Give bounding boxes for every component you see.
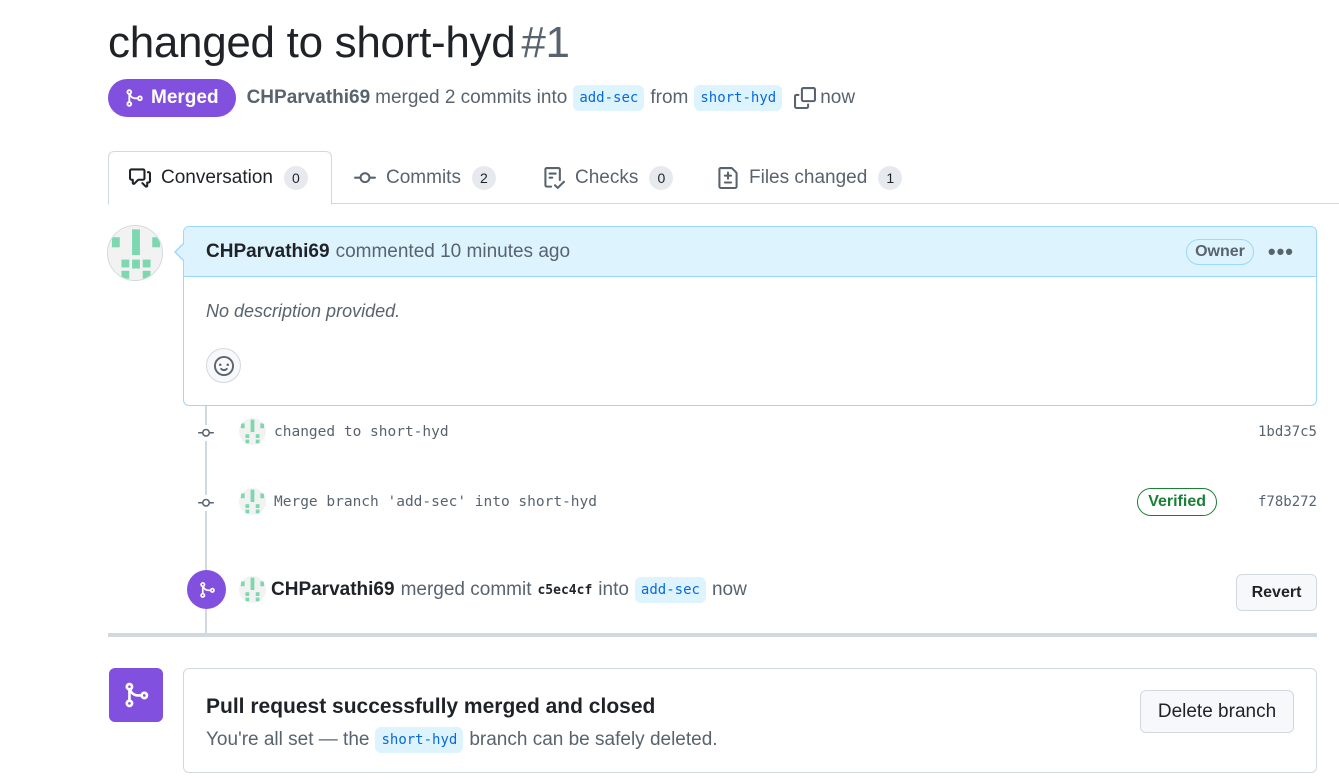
comment-body: No description provided. (206, 301, 401, 321)
merged-status-box: Pull request successfully merged and clo… (183, 668, 1317, 773)
state-badge: Merged (108, 79, 236, 117)
pr-meta: Merged CHParvathi69 merged 2 commits int… (108, 79, 855, 117)
merge-commit-sha-link[interactable]: c5ec4cf (537, 583, 592, 598)
tab-commits[interactable]: Commits 2 (354, 151, 496, 204)
merged-subtitle: You're all set — the short-hyd branch ca… (206, 727, 718, 753)
tab-label: Checks (575, 166, 639, 188)
tab-counter: 2 (471, 165, 496, 190)
identicon (240, 419, 265, 444)
merged-sub-before: You're all set — the (206, 729, 370, 750)
merge-action: merged commit (400, 579, 532, 600)
comment-header: CHParvathi69 commented 10 minutes ago Ow… (184, 227, 1316, 277)
comment-arrow-inner (176, 244, 184, 260)
pr-description-comment: CHParvathi69 commented 10 minutes ago Ow… (183, 226, 1317, 406)
merged-title: Pull request successfully merged and clo… (206, 695, 656, 718)
tab-counter: 0 (649, 165, 674, 190)
merge-event-text: CHParvathi69 merged commit c5ec4cf into … (271, 577, 747, 603)
merge-event: CHParvathi69 merged commit c5ec4cf into … (187, 570, 1317, 611)
tab-checks[interactable]: Checks 0 (543, 151, 674, 204)
avatar[interactable] (239, 488, 266, 515)
commit-sha-link[interactable]: 1bd37c5 (1258, 424, 1317, 440)
git-merge-icon (126, 89, 143, 107)
tab-counter: 0 (283, 166, 308, 190)
pr-author-link[interactable]: CHParvathi69 (247, 87, 371, 109)
comment-discussion-icon (129, 168, 151, 188)
revert-button[interactable]: Revert (1236, 574, 1317, 611)
commit-message-link[interactable]: changed to short-hyd (274, 424, 449, 440)
pr-title-text: changed to short-hyd (108, 18, 516, 67)
from-word: from (650, 87, 689, 108)
merge-summary: merged 2 commits into (375, 87, 568, 108)
delete-branch-button[interactable]: Delete branch (1140, 690, 1294, 733)
identicon (240, 577, 265, 602)
avatar[interactable] (239, 576, 266, 603)
timeline-divider (108, 633, 1317, 637)
commit-message-link[interactable]: Merge branch 'add-sec' into short-hyd (274, 494, 597, 510)
tab-conversation[interactable]: Conversation 0 (108, 151, 332, 205)
head-branch-link[interactable]: short-hyd (694, 85, 783, 111)
pr-tabs: Conversation 0 Commits 2 Checks 0 Files … (108, 151, 1339, 205)
tab-label: Files changed (749, 166, 868, 188)
comment-author-link[interactable]: CHParvathi69 (206, 241, 330, 263)
git-commit-icon (194, 425, 218, 441)
verified-badge[interactable]: Verified (1137, 488, 1217, 516)
git-merge-icon (125, 682, 149, 708)
merged-sub-after: branch can be safely deleted. (469, 729, 718, 750)
identicon (240, 489, 265, 514)
comment-action: commented 10 minutes ago (335, 240, 571, 262)
avatar[interactable] (239, 418, 266, 445)
pr-time: now (820, 87, 856, 108)
base-branch-link[interactable]: add-sec (573, 85, 645, 111)
smiley-icon (213, 355, 234, 376)
git-commit-icon (194, 495, 218, 511)
identicon (108, 226, 162, 280)
merge-base-branch-link[interactable]: add-sec (634, 577, 706, 603)
add-reaction-button[interactable] (206, 348, 241, 383)
merge-author-link[interactable]: CHParvathi69 (271, 579, 395, 601)
tab-label: Conversation (161, 167, 273, 188)
owner-badge: Owner (1186, 238, 1254, 265)
merge-event-badge (187, 570, 226, 609)
merged-status-icon (109, 668, 163, 722)
pr-title: changed to short-hyd #1 (108, 18, 570, 68)
avatar[interactable] (107, 225, 163, 281)
kebab-menu-icon[interactable]: ••• (1268, 240, 1294, 263)
git-merge-icon (199, 581, 215, 598)
git-commit-icon (354, 171, 376, 183)
merge-time: now (711, 579, 747, 600)
tab-counter: 1 (878, 165, 903, 190)
commit-item: changed to short-hyd 1bd37c5 (190, 418, 1317, 448)
into-word: into (598, 579, 629, 600)
state-label: Merged (151, 87, 219, 108)
commit-sha-link[interactable]: f78b272 (1258, 494, 1317, 510)
merged-branch-link[interactable]: short-hyd (375, 727, 464, 753)
copy-icon[interactable] (794, 87, 817, 109)
pr-number: #1 (521, 18, 570, 67)
file-diff-icon (718, 166, 738, 189)
tab-label: Commits (386, 166, 461, 188)
commit-item: Merge branch 'add-sec' into short-hyd Ve… (190, 488, 1317, 518)
checklist-icon (544, 166, 565, 189)
tab-files-changed[interactable]: Files changed 1 (717, 151, 903, 204)
